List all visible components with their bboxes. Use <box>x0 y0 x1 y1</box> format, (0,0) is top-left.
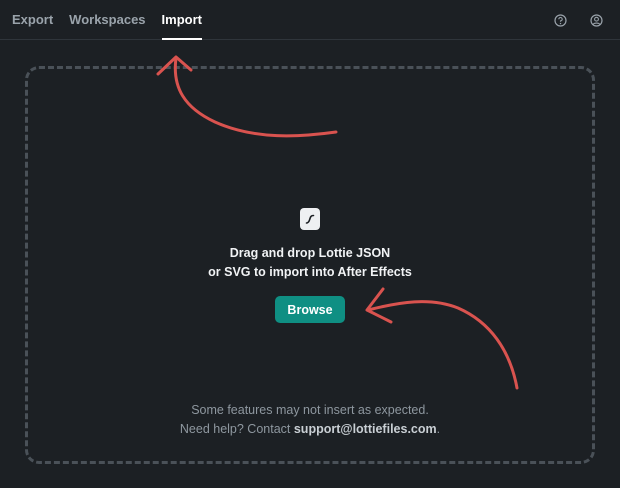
tab-list: Export Workspaces Import <box>0 0 218 40</box>
file-icon <box>300 208 320 230</box>
drop-instructions: Drag and drop Lottie JSON or SVG to impo… <box>208 244 412 282</box>
help-circle-icon[interactable] <box>552 12 568 28</box>
drop-zone-content: Drag and drop Lottie JSON or SVG to impo… <box>0 208 620 323</box>
tab-import[interactable]: Import <box>161 0 203 40</box>
user-circle-icon[interactable] <box>588 12 604 28</box>
tab-export[interactable]: Export <box>12 0 53 40</box>
help-text: Some features may not insert as expected… <box>0 401 620 439</box>
help-line1: Some features may not insert as expected… <box>191 403 429 417</box>
app-window: Export Workspaces Import Drag and drop L… <box>0 0 620 488</box>
top-nav: Export Workspaces Import <box>0 0 620 40</box>
browse-button[interactable]: Browse <box>275 296 345 323</box>
header-actions <box>552 12 604 28</box>
tab-workspaces[interactable]: Workspaces <box>69 0 145 40</box>
help-prefix: Need help? Contact <box>179 422 294 436</box>
drop-instructions-line1: Drag and drop Lottie JSON <box>229 246 391 260</box>
help-line2: Need help? Contact support@lottiefiles.c… <box>0 420 620 439</box>
support-email-link[interactable]: support@lottiefiles.com <box>294 422 437 436</box>
help-suffix: . <box>436 422 441 436</box>
drop-instructions-line2: or SVG to import into After Effects <box>208 265 412 279</box>
